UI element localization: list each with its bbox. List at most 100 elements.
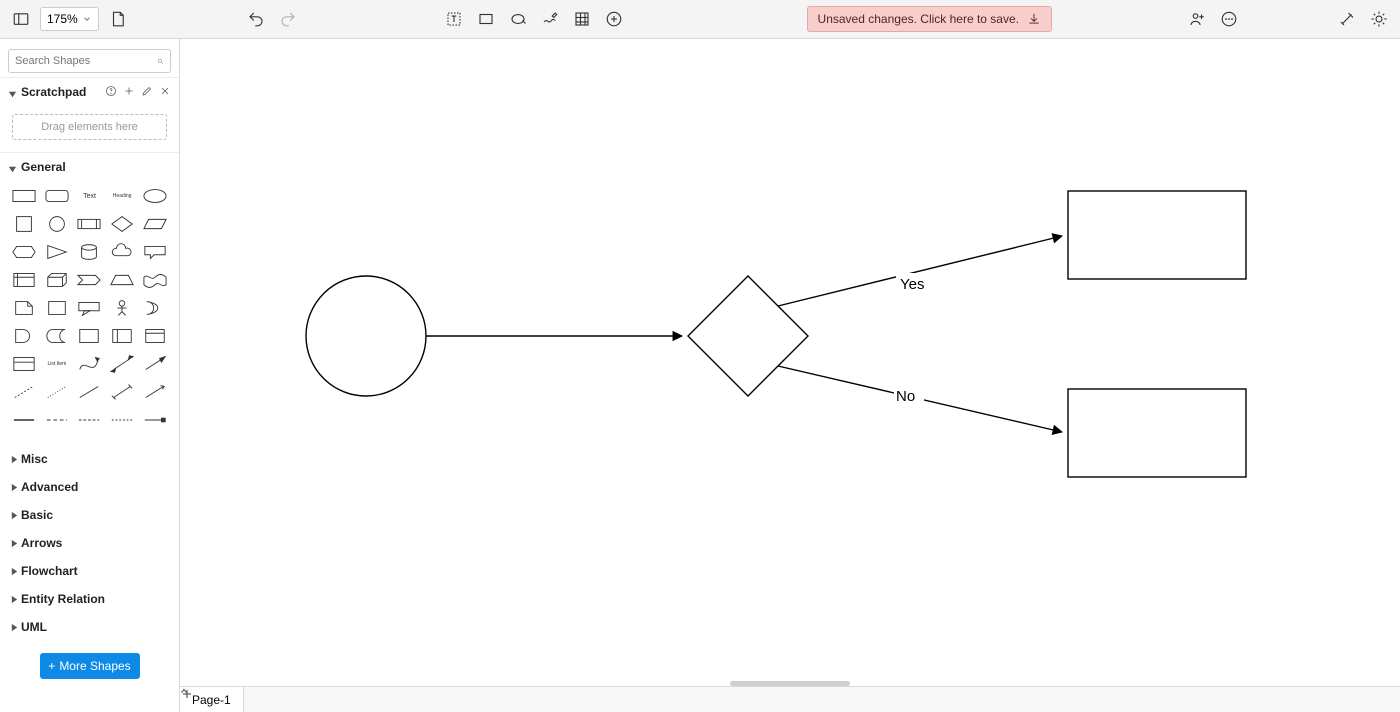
tool-add-button[interactable]: [601, 6, 627, 32]
new-page-button[interactable]: [105, 6, 131, 32]
category-flowchart[interactable]: Flowchart: [0, 557, 179, 585]
shape-callout2[interactable]: [75, 297, 104, 319]
tool-rect-button[interactable]: [473, 6, 499, 32]
shape-container-h[interactable]: [108, 325, 137, 347]
tools-button[interactable]: [1334, 6, 1360, 32]
node-start-circle[interactable]: [306, 276, 426, 396]
shape-cloud[interactable]: [108, 241, 137, 263]
node-rect-yes[interactable]: [1068, 191, 1246, 279]
chevron-down-icon: [8, 163, 17, 172]
shape-bidir-thin[interactable]: [108, 381, 137, 403]
shape-container[interactable]: [75, 325, 104, 347]
shape-list-item[interactable]: List Item: [43, 353, 72, 375]
tool-text-button[interactable]: [441, 6, 467, 32]
tool-ellipse-button[interactable]: [505, 6, 531, 32]
category-entity-relation[interactable]: Entity Relation: [0, 585, 179, 613]
tool-table-button[interactable]: [569, 6, 595, 32]
chevron-right-icon: [8, 567, 17, 576]
shape-dir-thin[interactable]: [140, 381, 169, 403]
general-header[interactable]: General: [0, 153, 179, 181]
shape-arrow[interactable]: [140, 353, 169, 375]
tool-freehand-button[interactable]: [537, 6, 563, 32]
shape-link-dash3[interactable]: [108, 409, 137, 431]
chevron-down-icon: [8, 88, 17, 97]
shape-list[interactable]: [10, 353, 39, 375]
shape-card[interactable]: [43, 297, 72, 319]
shape-line[interactable]: [75, 381, 104, 403]
shape-note[interactable]: [10, 297, 39, 319]
shape-internal-storage[interactable]: [10, 269, 39, 291]
shape-parallelogram[interactable]: [140, 213, 169, 235]
share-button[interactable]: [1184, 6, 1210, 32]
shape-link-dash1[interactable]: [43, 409, 72, 431]
shape-dashed[interactable]: [10, 381, 39, 403]
shape-process[interactable]: [75, 213, 104, 235]
shape-or[interactable]: [140, 297, 169, 319]
shape-square[interactable]: [10, 213, 39, 235]
category-arrows[interactable]: Arrows: [0, 529, 179, 557]
chevron-right-icon: [8, 623, 17, 632]
edge-yes[interactable]: [778, 236, 1062, 306]
shape-cube[interactable]: [43, 269, 72, 291]
search-box[interactable]: [8, 49, 171, 73]
scratchpad-dropzone[interactable]: Drag elements here: [12, 114, 167, 140]
add-page-button[interactable]: [244, 687, 264, 712]
chevron-right-icon: [8, 455, 17, 464]
shape-link-assoc[interactable]: [140, 409, 169, 431]
edge-yes-label[interactable]: Yes: [900, 276, 924, 293]
shape-dotted[interactable]: [43, 381, 72, 403]
scratchpad-hint: Drag elements here: [41, 121, 138, 133]
scratchpad-help-icon[interactable]: [105, 85, 117, 100]
comment-button[interactable]: [1216, 6, 1242, 32]
shape-data-storage[interactable]: [43, 325, 72, 347]
shape-link-solid[interactable]: [10, 409, 39, 431]
scratchpad-close-icon[interactable]: [159, 85, 171, 100]
shape-rectangle[interactable]: [10, 185, 39, 207]
more-shapes-button[interactable]: + More Shapes: [40, 653, 140, 679]
sidebar: Scratchpad Drag elements here General: [0, 39, 180, 712]
category-basic[interactable]: Basic: [0, 501, 179, 529]
shape-circle[interactable]: [43, 213, 72, 235]
plus-icon: +: [48, 659, 55, 673]
shape-bidir-arrow[interactable]: [108, 353, 137, 375]
node-rect-no[interactable]: [1068, 389, 1246, 477]
search-icon: [157, 55, 164, 68]
shape-tape[interactable]: [140, 269, 169, 291]
shape-palette: Text Heading: [0, 181, 179, 443]
shape-heading[interactable]: Heading: [108, 185, 137, 207]
collapsed-categories: Misc Advanced Basic Arrows Flowchart Ent…: [0, 443, 179, 643]
canvas[interactable]: Yes No Page-1: [180, 39, 1400, 712]
general-title: General: [21, 160, 66, 174]
shape-triangle[interactable]: [43, 241, 72, 263]
redo-button[interactable]: [275, 6, 301, 32]
zoom-select[interactable]: 175%: [40, 7, 99, 31]
shape-trapezoid[interactable]: [108, 269, 137, 291]
category-advanced[interactable]: Advanced: [0, 473, 179, 501]
shape-callout[interactable]: [140, 241, 169, 263]
scratchpad-add-icon[interactable]: [123, 85, 135, 100]
shape-and[interactable]: [10, 325, 39, 347]
save-banner[interactable]: Unsaved changes. Click here to save.: [807, 6, 1052, 32]
shape-actor[interactable]: [108, 297, 137, 319]
shape-text[interactable]: Text: [75, 185, 104, 207]
scratchpad-edit-icon[interactable]: [141, 85, 153, 100]
node-decision-diamond[interactable]: [688, 276, 808, 396]
scratchpad-header[interactable]: Scratchpad: [0, 78, 179, 106]
shape-step[interactable]: [75, 269, 104, 291]
undo-button[interactable]: [243, 6, 269, 32]
shape-hexagon[interactable]: [10, 241, 39, 263]
shape-curve[interactable]: [75, 353, 104, 375]
theme-button[interactable]: [1366, 6, 1392, 32]
shape-cylinder[interactable]: [75, 241, 104, 263]
search-input[interactable]: [15, 55, 157, 67]
toggle-sidebar-button[interactable]: [8, 6, 34, 32]
shape-ellipse[interactable]: [140, 185, 169, 207]
category-misc[interactable]: Misc: [0, 445, 179, 473]
shape-link-dash2[interactable]: [75, 409, 104, 431]
shape-diamond[interactable]: [108, 213, 137, 235]
edge-no-label[interactable]: No: [896, 388, 915, 405]
category-uml[interactable]: UML: [0, 613, 179, 641]
shape-container-v[interactable]: [140, 325, 169, 347]
chevron-right-icon: [8, 483, 17, 492]
shape-rounded-rect[interactable]: [43, 185, 72, 207]
